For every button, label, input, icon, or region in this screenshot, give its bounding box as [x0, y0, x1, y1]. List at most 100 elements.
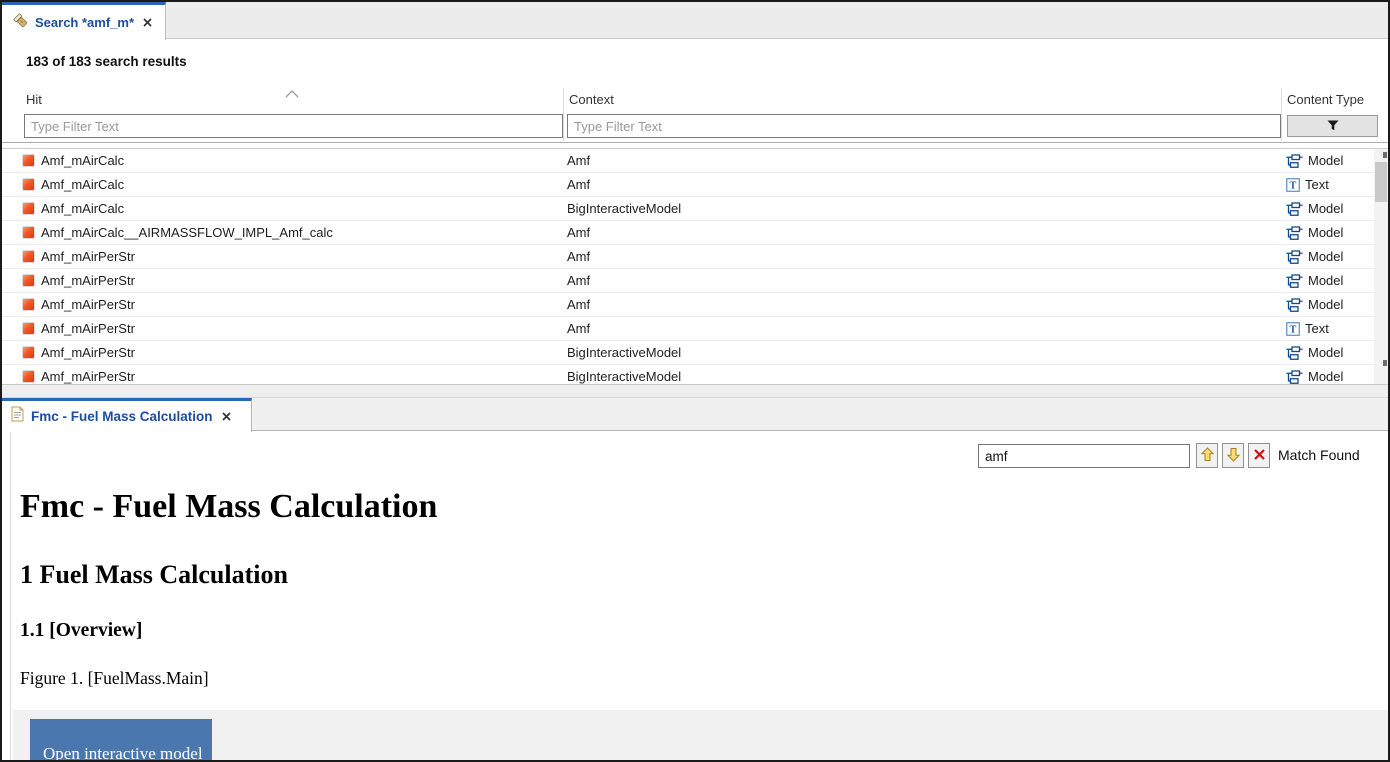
hit-cell: Amf_mAirPerStr [41, 273, 135, 288]
hit-cell: Amf_mAirPerStr [41, 249, 135, 264]
red-close-icon [1253, 448, 1266, 464]
tab-search-results[interactable]: Search *amf_m* [2, 2, 166, 40]
search-flashlight-icon [12, 12, 28, 33]
column-header-content-type[interactable]: Content Type [1287, 92, 1364, 107]
subsection-heading: 1.1 [Overview] [20, 620, 142, 642]
context-cell: Amf [565, 249, 1281, 264]
close-icon[interactable] [222, 412, 231, 421]
find-close-button[interactable] [1248, 443, 1270, 468]
requirement-icon [22, 370, 35, 383]
section-heading: 1 Fuel Mass Calculation [20, 560, 288, 590]
content-type-cell: Model [1308, 201, 1343, 216]
context-filter-input[interactable] [567, 114, 1281, 138]
requirement-icon [22, 250, 35, 263]
table-row[interactable]: Amf_mAirPerStr BigInteractiveModel T Mod [2, 365, 1374, 385]
document-title: Fmc - Fuel Mass Calculation [20, 488, 437, 526]
column-header-context[interactable]: Context [569, 92, 614, 107]
content-type-cell: Model [1308, 153, 1343, 168]
content-type-cell: Model [1308, 369, 1343, 384]
hit-cell: Amf_mAirCalc [41, 153, 124, 168]
find-next-button[interactable] [1222, 443, 1244, 468]
table-row[interactable]: Amf_mAirCalc Amf T Model [2, 149, 1374, 173]
table-row[interactable]: Amf_mAirPerStr Amf T Model [2, 245, 1374, 269]
context-cell: Amf [565, 177, 1281, 192]
arrow-up-icon [1201, 447, 1214, 465]
table-row[interactable]: Amf_mAirPerStr BigInteractiveModel T Mod [2, 341, 1374, 365]
model-icon [1286, 370, 1303, 384]
content-left-border [10, 432, 11, 760]
tab-document-label: Fmc - Fuel Mass Calculation [31, 409, 213, 424]
table-row[interactable]: Amf_mAirPerStr Amf T Text [2, 317, 1374, 341]
tab-search-label: Search *amf_m* [35, 15, 134, 30]
results-table-body: Amf_mAirCalc Amf T Model [2, 149, 1374, 385]
overview-marker [1383, 360, 1387, 366]
table-row[interactable]: Amf_mAirPerStr Amf T Model [2, 293, 1374, 317]
context-cell: Amf [565, 321, 1281, 336]
content-type-filter-button[interactable] [1287, 115, 1378, 137]
hit-cell: Amf_mAirPerStr [41, 297, 135, 312]
find-previous-button[interactable] [1196, 443, 1218, 468]
model-icon [1286, 298, 1303, 312]
table-row[interactable]: Amf_mAirCalc Amf T Text [2, 173, 1374, 197]
table-row[interactable]: Amf_mAirCalc BigInteractiveModel T Model [2, 197, 1374, 221]
requirement-icon [22, 346, 35, 359]
content-type-cell: Model [1308, 249, 1343, 264]
requirement-icon [22, 154, 35, 167]
hit-cell: Amf_mAirCalc [41, 201, 124, 216]
hit-filter-input[interactable] [24, 114, 563, 138]
model-icon [1286, 346, 1303, 360]
search-results-count: 183 of 183 search results [26, 54, 187, 69]
context-cell: Amf [565, 297, 1281, 312]
search-tabbar [2, 2, 1388, 39]
content-type-cell: Model [1308, 273, 1343, 288]
requirement-icon [22, 298, 35, 311]
arrow-down-icon [1227, 447, 1240, 465]
content-type-cell: Text [1305, 321, 1329, 336]
interactive-model-block: Open interactive model [13, 710, 1388, 760]
requirement-icon [22, 226, 35, 239]
hit-cell: Amf_mAirPerStr [41, 321, 135, 336]
panel-splitter[interactable] [2, 384, 1388, 398]
content-type-cell: Model [1308, 345, 1343, 360]
column-divider [1281, 88, 1282, 141]
model-icon [1286, 226, 1303, 240]
model-icon [1286, 154, 1303, 168]
content-type-cell: Model [1308, 297, 1343, 312]
model-icon [1286, 250, 1303, 264]
requirement-icon [22, 274, 35, 287]
context-cell: Amf [565, 225, 1281, 240]
open-interactive-model-button[interactable]: Open interactive model [30, 719, 212, 762]
figure-caption: Figure 1. [FuelMass.Main] [20, 668, 209, 689]
hit-cell: Amf_mAirPerStr [41, 369, 135, 384]
overview-marker [1383, 152, 1387, 158]
document-content: Match Found Fmc - Fuel Mass Calculation … [2, 432, 1388, 760]
requirement-icon [22, 322, 35, 335]
close-icon[interactable] [143, 18, 152, 27]
column-header-hit[interactable]: Hit [26, 92, 42, 107]
document-icon [11, 406, 24, 427]
table-row[interactable]: Amf_mAirCalc__AIRMASSFLOW_IMPL_Amf_calc … [2, 221, 1374, 245]
context-cell: Amf [565, 153, 1281, 168]
hit-cell: Amf_mAirCalc__AIRMASSFLOW_IMPL_Amf_calc [41, 225, 333, 240]
context-cell: BigInteractiveModel [565, 345, 1281, 360]
find-status-label: Match Found [1278, 447, 1360, 463]
table-row[interactable]: Amf_mAirPerStr Amf T Model [2, 269, 1374, 293]
context-cell: BigInteractiveModel [565, 369, 1281, 384]
model-icon [1286, 274, 1303, 288]
column-divider [563, 88, 564, 141]
hit-cell: Amf_mAirCalc [41, 177, 124, 192]
context-cell: Amf [565, 273, 1281, 288]
find-input[interactable] [978, 444, 1190, 468]
svg-text:T: T [1290, 324, 1297, 335]
scrollbar-thumb[interactable] [1375, 162, 1387, 202]
content-type-cell: Model [1308, 225, 1343, 240]
results-scrollbar[interactable] [1374, 149, 1388, 385]
text-icon: T [1286, 178, 1300, 192]
requirement-icon [22, 178, 35, 191]
model-icon [1286, 202, 1303, 216]
sort-ascending-icon [285, 85, 299, 103]
funnel-icon [1327, 119, 1339, 134]
tab-document[interactable]: Fmc - Fuel Mass Calculation [2, 398, 252, 432]
requirement-icon [22, 202, 35, 215]
svg-text:T: T [1290, 180, 1297, 191]
